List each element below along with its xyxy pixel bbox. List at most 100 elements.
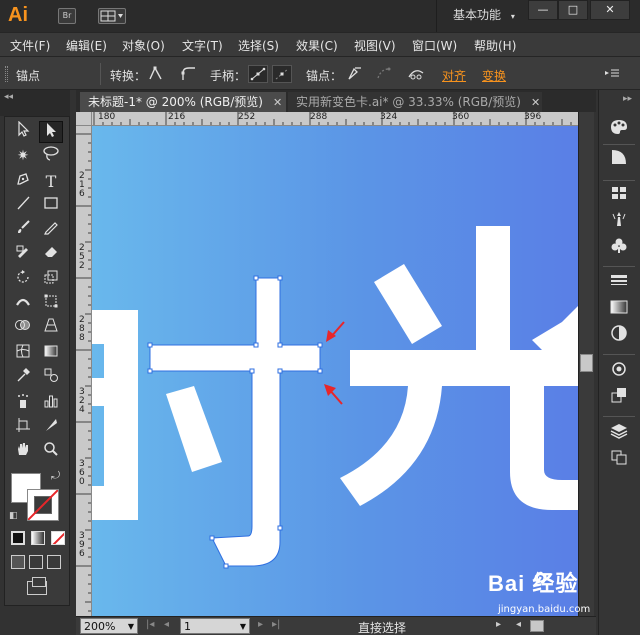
gradient-mode-button[interactable] xyxy=(31,531,45,545)
stroke-swatch[interactable] xyxy=(27,489,59,521)
menu-help[interactable]: 帮助(H) xyxy=(474,37,516,54)
close-window-button[interactable]: ✕ xyxy=(590,0,630,20)
bridge-button[interactable]: Br xyxy=(58,8,76,24)
free-transform-tool-icon[interactable] xyxy=(39,293,63,315)
align-link[interactable]: 对齐 xyxy=(442,67,466,84)
artboard-canvas[interactable] xyxy=(92,126,578,616)
menu-edit[interactable]: 编辑(E) xyxy=(66,37,107,54)
first-page-icon[interactable]: |◂ xyxy=(146,619,154,630)
zoom-tool-icon[interactable] xyxy=(39,441,63,463)
shape-builder-tool-icon[interactable] xyxy=(11,317,35,339)
draw-mode-buttons[interactable] xyxy=(11,555,65,571)
rotate-tool-icon[interactable] xyxy=(11,269,35,291)
width-tool-icon[interactable] xyxy=(11,293,35,315)
menu-window[interactable]: 窗口(W) xyxy=(412,37,457,54)
close-icon[interactable]: ✕ xyxy=(531,93,540,113)
pen-tool-icon[interactable] xyxy=(11,171,35,193)
color-panel-icon[interactable] xyxy=(607,118,631,140)
slice-tool-icon[interactable] xyxy=(39,417,63,439)
blend-tool-icon[interactable] xyxy=(39,367,63,389)
panel-menu-icon[interactable] xyxy=(602,65,622,83)
menu-view[interactable]: 视图(V) xyxy=(354,37,396,54)
annotation-arrows xyxy=(324,321,345,405)
vertical-ruler[interactable]: 216 252 288 324 360 396 xyxy=(76,126,92,616)
tab-untitled-1[interactable]: 未标题-1* @ 200% (RGB/预览) ✕ xyxy=(80,92,286,112)
hide-handles-icon[interactable] xyxy=(272,65,292,83)
transform-link[interactable]: 变换 xyxy=(482,67,506,84)
magic-wand-tool-icon[interactable]: ✷ xyxy=(11,145,35,167)
menu-select[interactable]: 选择(S) xyxy=(238,37,279,54)
glyph-ri-radical[interactable] xyxy=(92,310,138,520)
menu-file[interactable]: 文件(F) xyxy=(10,37,50,54)
graphic-styles-panel-icon[interactable] xyxy=(607,386,631,408)
symbol-sprayer-tool-icon[interactable] xyxy=(11,393,35,415)
lasso-tool-icon[interactable] xyxy=(39,145,63,167)
glyph-cun-component[interactable] xyxy=(150,278,320,566)
anchor-label: 锚点： xyxy=(306,69,343,83)
gradient-tool-icon[interactable] xyxy=(39,343,63,365)
line-tool-icon[interactable] xyxy=(11,195,35,217)
draw-normal-icon[interactable] xyxy=(11,555,25,569)
convert-to-corner-icon[interactable] xyxy=(146,65,166,83)
hand-tool-icon[interactable] xyxy=(11,441,35,463)
paintbrush-tool-icon[interactable] xyxy=(11,219,35,241)
tab-gradient-swatches[interactable]: 实用新变色卡.ai* @ 33.33% (RGB/预览) ✕ xyxy=(288,92,542,112)
ruler-origin[interactable] xyxy=(76,112,92,126)
swap-colors-icon[interactable]: ⤾ xyxy=(51,469,60,483)
glyph-guang[interactable] xyxy=(340,226,578,510)
zoom-dropdown[interactable]: 200% ▼ xyxy=(80,618,138,634)
arrange-documents-button[interactable] xyxy=(98,8,126,24)
brushes-panel-icon[interactable] xyxy=(607,210,631,232)
symbols-panel-icon[interactable] xyxy=(607,236,631,258)
eyedropper-tool-icon[interactable] xyxy=(11,367,35,389)
screen-mode-icon[interactable] xyxy=(27,577,47,595)
menu-type[interactable]: 文字(T) xyxy=(182,37,223,54)
prev-page-icon[interactable]: ◂ xyxy=(164,619,169,630)
collapse-icon[interactable]: ▸▸ xyxy=(623,94,632,104)
menu-effect[interactable]: 效果(C) xyxy=(296,37,338,54)
mesh-tool-icon[interactable] xyxy=(11,343,35,365)
page-dropdown[interactable]: 1 ▼ xyxy=(180,618,250,634)
maximize-button[interactable]: □ xyxy=(558,0,588,20)
scrollbar-thumb[interactable] xyxy=(580,354,593,372)
column-graph-tool-icon[interactable] xyxy=(39,393,63,415)
minimize-button[interactable]: — xyxy=(528,0,558,20)
layers-panel-icon[interactable] xyxy=(607,422,631,444)
scale-tool-icon[interactable] xyxy=(39,269,63,291)
draw-behind-icon[interactable] xyxy=(29,555,43,569)
last-page-icon[interactable]: ▸| xyxy=(272,619,280,630)
selection-tool-icon[interactable] xyxy=(11,120,35,143)
blob-brush-tool-icon[interactable] xyxy=(11,243,35,265)
default-colors-icon[interactable]: ◧ xyxy=(9,511,18,521)
vertical-scrollbar[interactable] xyxy=(578,112,594,616)
convert-to-smooth-icon[interactable] xyxy=(178,65,198,83)
next-page-icon[interactable]: ▸ xyxy=(258,619,263,630)
anchor-points[interactable] xyxy=(147,275,323,569)
collapse-icon[interactable]: ◂◂ xyxy=(4,92,13,102)
close-icon[interactable]: ✕ xyxy=(273,93,282,113)
eraser-tool-icon[interactable] xyxy=(39,243,63,265)
menu-object[interactable]: 对象(O) xyxy=(122,37,165,54)
gradient-panel-icon[interactable] xyxy=(607,298,631,320)
color-mode-button[interactable] xyxy=(11,531,25,545)
swatches-panel-icon[interactable] xyxy=(607,184,631,206)
show-handles-icon[interactable] xyxy=(248,65,268,83)
perspective-grid-tool-icon[interactable] xyxy=(39,317,63,339)
none-mode-button[interactable] xyxy=(51,531,65,545)
type-tool-icon[interactable]: T xyxy=(39,171,63,193)
horizontal-ruler[interactable]: 180 216 252 288 324 360 396 xyxy=(92,112,578,126)
current-tool-status[interactable]: 直接选择 xyxy=(358,619,406,635)
remove-anchor-icon[interactable] xyxy=(344,65,364,83)
artboard-tool-icon[interactable] xyxy=(11,417,35,439)
cut-path-icon[interactable] xyxy=(406,65,426,83)
transparency-panel-icon[interactable] xyxy=(607,324,631,346)
draw-inside-icon[interactable] xyxy=(47,555,61,569)
pencil-tool-icon[interactable] xyxy=(39,219,63,241)
rectangle-tool-icon[interactable] xyxy=(39,195,63,217)
artboards-panel-icon[interactable] xyxy=(607,448,631,470)
stroke-panel-icon[interactable] xyxy=(607,272,631,294)
color-guide-icon[interactable] xyxy=(607,148,631,170)
direct-selection-tool-icon[interactable] xyxy=(39,121,63,143)
workspace-switcher[interactable]: 基本功能 ▾ xyxy=(436,0,524,32)
appearance-panel-icon[interactable] xyxy=(607,360,631,382)
